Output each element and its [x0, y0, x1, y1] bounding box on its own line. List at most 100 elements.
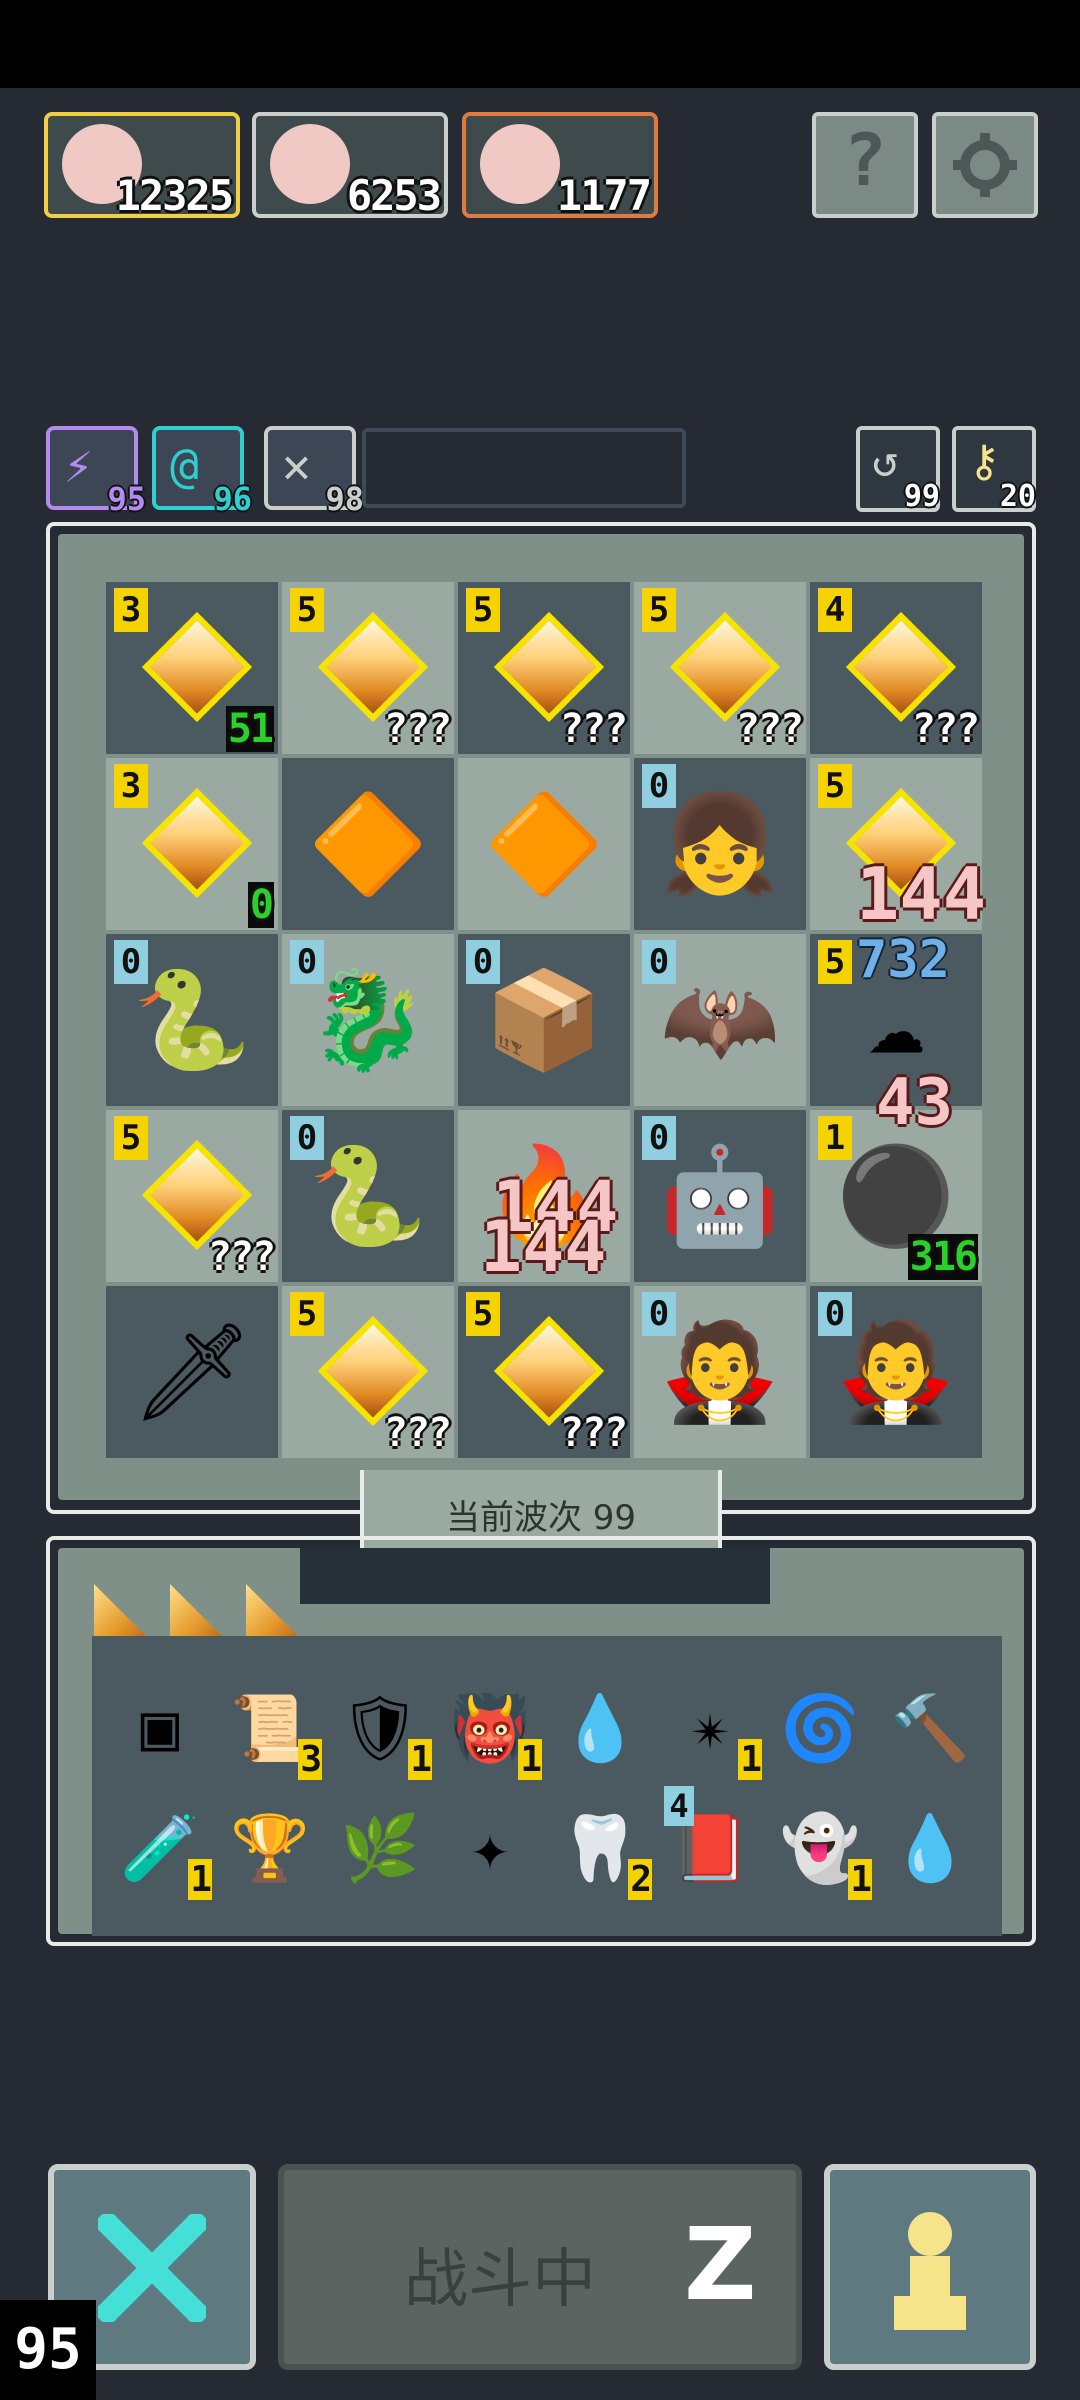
level-badge: 5 — [114, 1116, 148, 1160]
skill-charge: 98 — [325, 480, 364, 518]
level-badge: 0 — [466, 940, 500, 984]
resource-count: 99 — [903, 479, 940, 514]
inventory-item[interactable]: 🌿 — [332, 1800, 428, 1896]
question-icon: ? — [843, 118, 887, 202]
crate-icon: ▣ — [140, 1691, 180, 1765]
level-badge: 0 — [818, 1292, 852, 1336]
fight-button[interactable]: 战斗中 Z — [278, 2164, 802, 2370]
inventory-item[interactable]: ✴ 1 — [662, 1680, 762, 1780]
board-cell[interactable]: 🧛 0 — [810, 1286, 982, 1458]
help-button[interactable]: ? — [812, 112, 918, 218]
board-cell[interactable]: 5??? — [282, 582, 454, 754]
resource-slot[interactable]: ⚷ 20 — [952, 426, 1036, 514]
level-badge: 5 — [290, 1292, 324, 1336]
water-drop-box-icon: 💧 — [560, 1691, 640, 1766]
tornado-icon: 🌀 — [780, 1691, 860, 1766]
board-cell[interactable]: 🔶 — [282, 758, 454, 930]
board-cell[interactable]: 5??? — [282, 1286, 454, 1458]
board-cell[interactable]: 3 51 — [106, 582, 278, 754]
item-count: 1 — [408, 1739, 432, 1780]
lightning-icon: ⚡ — [64, 438, 93, 494]
board-cell[interactable]: 🐍 0 — [282, 1110, 454, 1282]
item-count: 1 — [188, 1859, 212, 1900]
skill-slot[interactable]: ⚡ 95 — [46, 426, 146, 518]
inventory-item[interactable]: 💧 — [882, 1800, 978, 1896]
level-badge: 0 — [642, 1116, 676, 1160]
skill-bar — [362, 428, 686, 508]
board-cell[interactable]: 🔶 — [458, 758, 630, 930]
inventory-item[interactable]: 🌀 — [772, 1680, 868, 1776]
settings-button[interactable] — [932, 112, 1038, 218]
unit-sprite: 🔶 — [484, 787, 604, 900]
board-cell[interactable]: 🗡 — [106, 1286, 278, 1458]
board-cell[interactable]: 🧛 0 — [634, 1286, 806, 1458]
refresh-icon: ↺ — [872, 436, 899, 487]
unit-count: 316 — [907, 1234, 978, 1280]
board-cell[interactable]: 🐉 0 — [282, 934, 454, 1106]
pawn-icon — [894, 2212, 966, 2330]
board-cell[interactable]: 🐍 0 — [106, 934, 278, 1106]
wave-label: 当前波次 99 — [445, 1498, 637, 1538]
board-cell[interactable]: 👧 0 — [634, 758, 806, 930]
level-badge: 4 — [818, 588, 852, 632]
level-badge: 5 — [818, 764, 852, 808]
item-count: 1 — [848, 1859, 872, 1900]
level-badge: 0 — [642, 1292, 676, 1336]
key-icon: ⚷ — [968, 436, 1001, 487]
board-cell[interactable]: 4??? — [810, 582, 982, 754]
inventory-item[interactable]: 🛡 1 — [332, 1680, 432, 1780]
unit-count: 51 — [225, 706, 274, 752]
level-badge: 3 — [114, 764, 148, 808]
inventory-item[interactable]: 📜 3 — [222, 1680, 322, 1780]
star-burst-icon: ✴ — [690, 1691, 730, 1765]
unit-count: ??? — [383, 1410, 452, 1456]
damage-text: 43 — [876, 1066, 954, 1140]
party-power: 12325 — [115, 171, 234, 220]
level-badge: 0 — [290, 940, 324, 984]
board-cell[interactable]: 5??? — [458, 1286, 630, 1458]
board-cell[interactable]: 🦇 0 — [634, 934, 806, 1106]
party-power: 6253 — [346, 171, 442, 220]
goblet-icon: 🏆 — [230, 1811, 310, 1886]
unit-count: ??? — [383, 706, 452, 752]
wing-icon: ✕ — [282, 438, 311, 494]
level-badge: 0 — [290, 1116, 324, 1160]
party-portrait[interactable]: 12325 — [44, 112, 240, 220]
inventory-item[interactable]: ✦ — [442, 1800, 538, 1896]
level-badge: 5 — [290, 588, 324, 632]
item-count: 2 — [628, 1859, 652, 1900]
inventory-item[interactable]: 🔨 — [882, 1680, 978, 1776]
party-power: 1177 — [556, 171, 652, 220]
board-cell[interactable]: 5??? — [106, 1110, 278, 1282]
board-cell[interactable]: 🤖 0 — [634, 1110, 806, 1282]
unit-sprite: 🔶 — [308, 787, 428, 900]
status-bar — [0, 0, 1080, 88]
inventory-item[interactable]: 👻 1 — [772, 1800, 872, 1900]
level-badge: 5 — [818, 940, 852, 984]
skill-slot[interactable]: @96 — [152, 426, 252, 518]
party-portrait[interactable]: 6253 — [252, 112, 448, 220]
board-cell[interactable]: 📦 0 — [458, 934, 630, 1106]
board-cell[interactable]: 30 — [106, 758, 278, 930]
thorn-bush-icon: 🌿 — [340, 1811, 420, 1886]
hammer-icon: 🔨 — [890, 1691, 970, 1766]
party-portrait[interactable]: 1177 — [462, 112, 658, 220]
resource-slot[interactable]: ↺ 99 — [856, 426, 940, 514]
inventory-item[interactable]: ▣ — [112, 1680, 208, 1776]
inventory-item[interactable]: 🧪 1 — [112, 1800, 212, 1900]
level-badge: 5 — [642, 588, 676, 632]
inventory-item[interactable]: 👹 1 — [442, 1680, 542, 1780]
board-cell[interactable]: 5??? — [458, 582, 630, 754]
inventory-item[interactable]: 🏆 — [222, 1800, 318, 1896]
item-count: 1 — [738, 1739, 762, 1780]
unit-count: ??? — [207, 1234, 276, 1280]
skill-slot[interactable]: ✕ 98 — [264, 426, 364, 518]
skill-charge: 96 — [213, 480, 252, 518]
pawn-button[interactable] — [824, 2164, 1036, 2370]
inventory-item[interactable]: 💧 — [552, 1680, 648, 1776]
unit-count: ??? — [735, 706, 804, 752]
board-cell[interactable]: 5??? — [634, 582, 806, 754]
damage-text: 732 — [856, 930, 950, 990]
blue-drop-icon: 💧 — [890, 1811, 970, 1886]
inventory-item[interactable]: 🦷 2 — [552, 1800, 652, 1900]
